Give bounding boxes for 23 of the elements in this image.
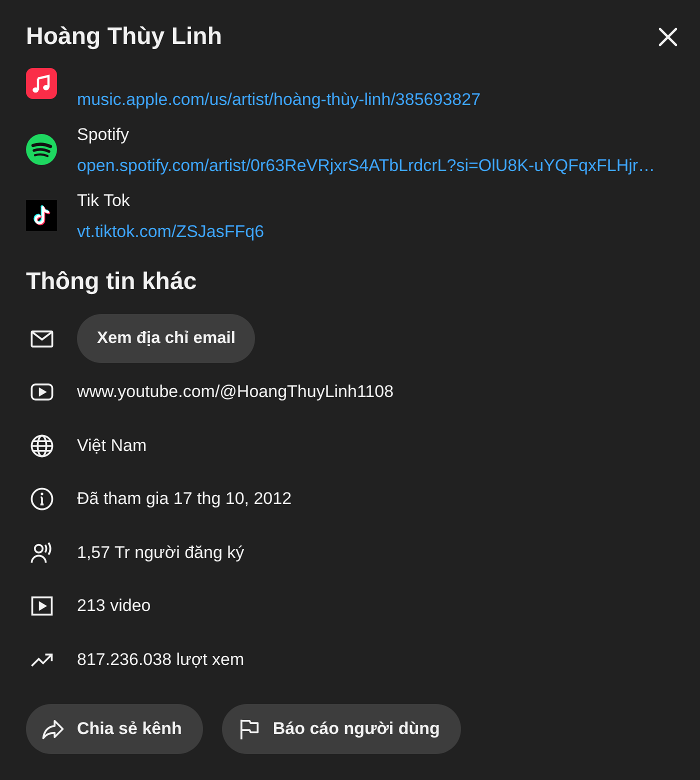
dialog-title: Hoàng Thùy Linh (26, 22, 222, 52)
music-note-icon (26, 68, 57, 99)
subscriber-count-text: 1,57 Tr người đăng ký (77, 542, 244, 562)
close-button[interactable] (658, 27, 678, 47)
info-icon (29, 486, 55, 512)
tiktok-logo-icon (26, 200, 57, 231)
close-icon (658, 27, 678, 47)
platform-name: Tik Tok (77, 190, 130, 212)
joined-date-text: Đã tham gia 17 thg 10, 2012 (77, 489, 292, 508)
view-count-text: 817.236.038 lượt xem (77, 650, 244, 668)
profile-link[interactable]: vt.tiktok.com/ZSJasFFq6 (77, 216, 264, 246)
view-email-button[interactable]: Xem địa chỉ email (77, 314, 256, 363)
video-count-text: 213 video (77, 596, 151, 615)
country-text: Việt Nam (77, 436, 147, 454)
profile-link[interactable]: music.apple.com/us/artist/hoàng-thùy-linh/385693827 (77, 84, 481, 114)
profile-link[interactable]: open.spotify.com/artist/0r63ReVRjxrS4ATbLrdcrL?si=OlU8K-uYQFqxFLHjr… (77, 150, 656, 180)
section-heading: Thông tin khác (26, 267, 197, 297)
share-channel-button[interactable]: Chia sẻ kênh (26, 704, 203, 754)
platform-name: Spotify (77, 124, 129, 146)
channel-url-text: www.youtube.com/@HoangThuyLinh1108 (77, 382, 394, 401)
globe-icon (29, 432, 55, 458)
spotify-logo-icon (26, 134, 57, 165)
report-user-button[interactable]: Báo cáo người dùng (222, 704, 461, 754)
